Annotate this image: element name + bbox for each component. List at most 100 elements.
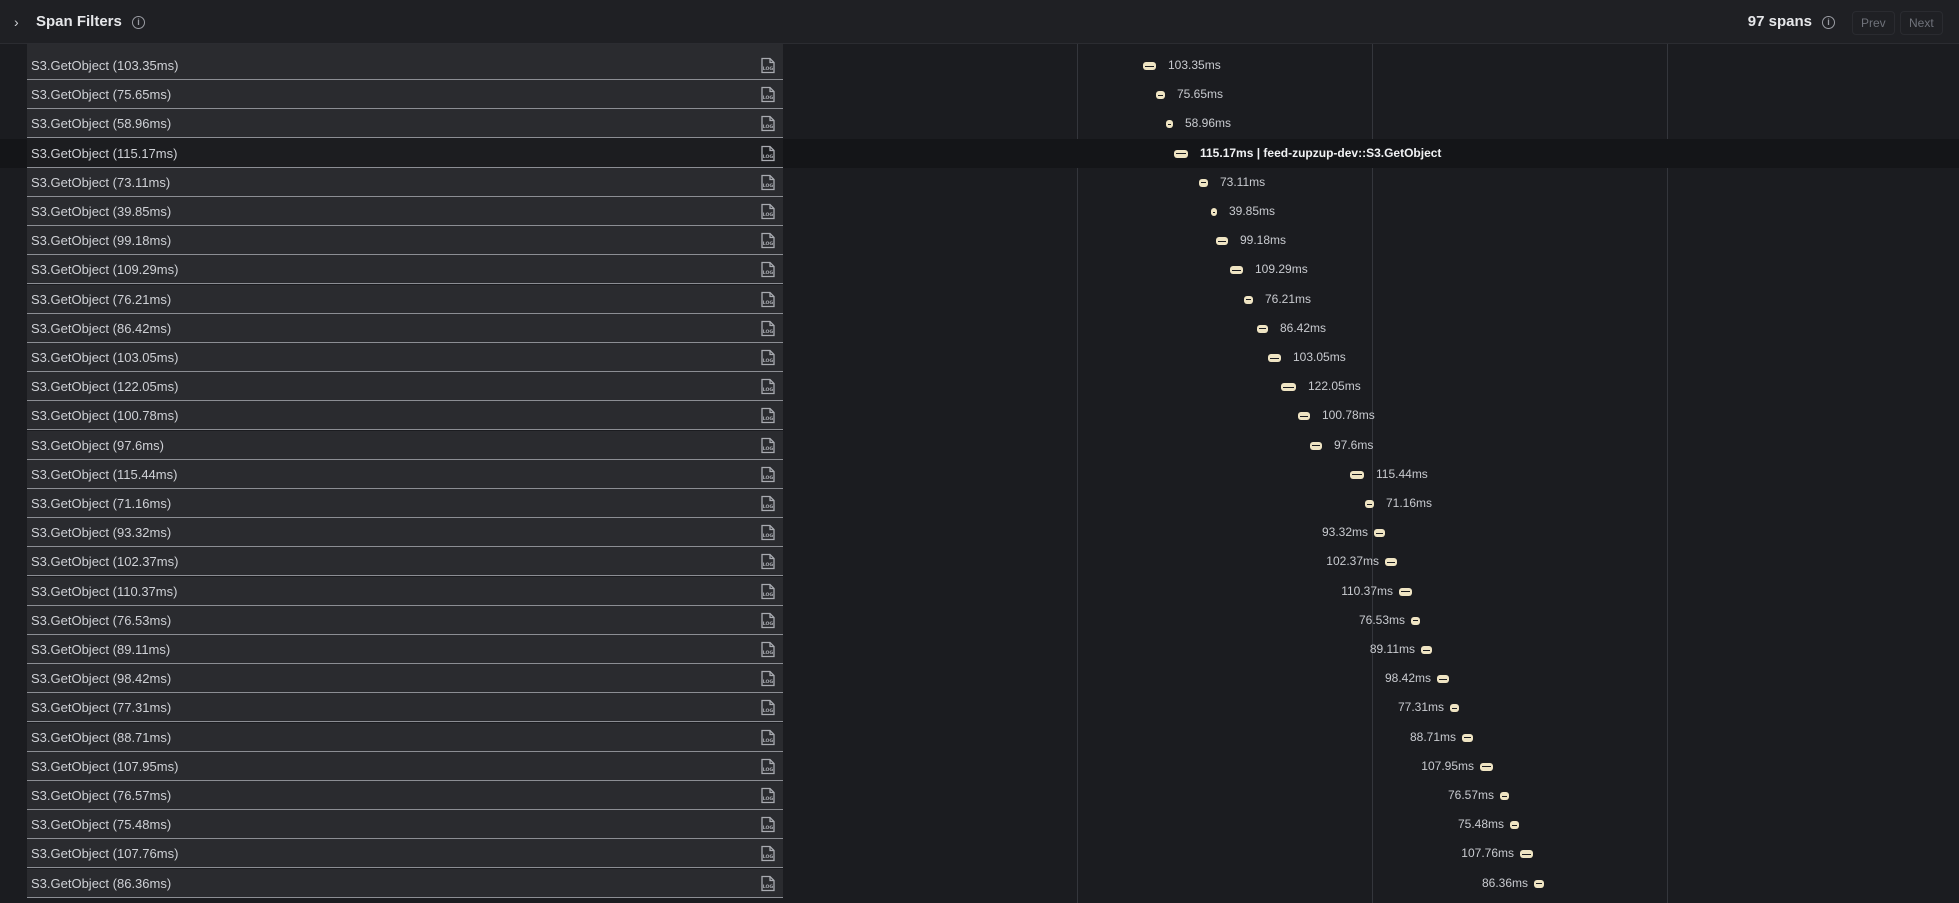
span-name-cell[interactable]: S3.GetObject (99.18ms) LOG [27,226,783,256]
span-name-cell[interactable]: S3.GetObject (76.21ms) LOG [27,284,783,314]
span-row[interactable]: S3.GetObject (107.76ms) LOG 107.76ms [0,839,1959,869]
span-duration-bar[interactable] [1216,237,1228,246]
span-duration-bar[interactable] [1437,675,1449,684]
span-row[interactable]: S3.GetObject (115.17ms) LOG 115.17ms | fee… [0,138,1959,168]
span-name-cell[interactable]: S3.GetObject (107.95ms) LOG [27,751,783,781]
span-duration-bar[interactable] [1480,762,1493,771]
span-name-cell[interactable]: S3.GetObject (115.44ms) LOG [27,459,783,489]
log-file-icon[interactable]: LOG [760,495,776,512]
log-file-icon[interactable]: LOG [760,670,776,687]
span-row[interactable]: S3.GetObject (39.85ms) LOG 39.85ms [0,197,1959,226]
span-row[interactable]: S3.GetObject (103.35ms) LOG 103.35ms [0,51,1959,80]
span-row[interactable]: S3.GetObject (75.48ms) LOG 75.48ms [0,810,1959,840]
span-name-cell[interactable]: S3.GetObject (97.6ms) LOG [27,430,783,460]
span-row[interactable]: S3.GetObject (115.44ms) LOG 115.44ms [0,459,1959,489]
span-duration-bar[interactable] [1211,208,1217,216]
span-name-cell[interactable]: S3.GetObject (71.16ms) LOG [27,489,783,518]
log-file-icon[interactable]: LOG [760,349,776,366]
log-file-icon[interactable]: LOG [760,816,776,833]
span-duration-bar[interactable] [1450,704,1459,713]
log-file-icon[interactable]: LOG [760,232,776,249]
span-duration-bar[interactable] [1421,646,1432,654]
log-file-icon[interactable]: LOG [760,115,776,132]
span-row[interactable]: S3.GetObject (88.71ms) LOG 88.71ms [0,722,1959,752]
span-row[interactable]: S3.GetObject (97.6ms) LOG 97.6ms [0,430,1959,460]
span-name-cell[interactable]: S3.GetObject (122.05ms) LOG [27,372,783,402]
log-file-icon[interactable]: LOG [760,758,776,775]
span-name-cell[interactable]: S3.GetObject (88.71ms) LOG [27,722,783,752]
span-duration-bar[interactable] [1385,558,1397,567]
span-row[interactable]: S3.GetObject (73.11ms) LOG 73.11ms [0,167,1959,197]
span-row[interactable]: S3.GetObject (76.21ms) LOG 76.21ms [0,284,1959,314]
span-name-cell[interactable]: S3.GetObject (73.11ms) LOG [27,167,783,197]
span-name-cell[interactable]: S3.GetObject (107.76ms) LOG [27,839,783,869]
span-row[interactable]: S3.GetObject (75.65ms) LOG 75.65ms [0,80,1959,110]
log-file-icon[interactable]: LOG [760,203,776,220]
log-file-icon[interactable]: LOG [760,291,776,308]
span-duration-bar[interactable] [1156,91,1165,100]
span-row[interactable]: S3.GetObject (77.31ms) LOG 77.31ms [0,693,1959,723]
span-row[interactable]: S3.GetObject (76.53ms) LOG 76.53ms [0,605,1959,635]
log-file-icon[interactable]: LOG [760,466,776,483]
span-row[interactable]: S3.GetObject (76.57ms) LOG 76.57ms [0,781,1959,810]
span-row[interactable]: S3.GetObject (89.11ms) LOG 89.11ms [0,635,1959,664]
span-duration-bar[interactable] [1462,733,1473,742]
span-duration-bar[interactable] [1199,178,1208,187]
span-duration-bar[interactable] [1510,821,1519,830]
span-row[interactable]: S3.GetObject (102.37ms) LOG 102.37ms [0,547,1959,577]
span-row[interactable]: S3.GetObject (110.37ms) LOG 110.37ms [0,576,1959,606]
chevron-right-icon[interactable]: › [14,12,28,32]
span-name-cell[interactable]: S3.GetObject (77.31ms) LOG [27,693,783,723]
span-row[interactable]: S3.GetObject (98.42ms) LOG 98.42ms [0,664,1959,694]
log-file-icon[interactable]: LOG [760,729,776,746]
log-file-icon[interactable]: LOG [760,407,776,424]
span-name-cell[interactable]: S3.GetObject (58.96ms) LOG [27,109,783,139]
span-duration-bar[interactable] [1281,383,1296,392]
log-file-icon[interactable]: LOG [760,845,776,862]
span-duration-bar[interactable] [1166,120,1173,129]
span-row[interactable]: S3.GetObject (100.78ms) LOG 100.78ms [0,401,1959,431]
span-duration-bar[interactable] [1411,616,1420,625]
span-duration-bar[interactable] [1365,500,1374,508]
span-duration-bar[interactable] [1500,792,1509,800]
span-name-cell[interactable]: S3.GetObject (98.42ms) LOG [27,664,783,694]
log-file-icon[interactable]: LOG [760,524,776,541]
span-name-cell[interactable]: S3.GetObject (102.37ms) LOG [27,547,783,577]
next-button[interactable]: Next [1900,11,1943,35]
span-duration-bar[interactable] [1350,470,1364,479]
span-name-cell[interactable]: S3.GetObject (75.65ms) LOG [27,80,783,110]
info-icon[interactable]: i [132,16,145,29]
span-row[interactable]: S3.GetObject (109.29ms) LOG 109.29ms [0,255,1959,285]
span-name-cell[interactable]: S3.GetObject (103.35ms) LOG [27,51,783,80]
log-file-icon[interactable]: LOG [760,699,776,716]
span-row[interactable]: S3.GetObject (107.95ms) LOG 107.95ms [0,751,1959,781]
log-file-icon[interactable]: LOG [760,612,776,629]
log-file-icon[interactable]: LOG [760,553,776,570]
span-row[interactable]: S3.GetObject (86.36ms) LOG 86.36ms [0,868,1959,898]
log-file-icon[interactable]: LOG [760,875,776,892]
log-file-icon[interactable]: LOG [760,320,776,337]
log-file-icon[interactable]: LOG [760,583,776,600]
log-file-icon[interactable]: LOG [760,437,776,454]
span-row[interactable]: S3.GetObject (86.42ms) LOG 86.42ms [0,313,1959,343]
span-duration-bar[interactable] [1374,529,1385,538]
span-duration-bar[interactable] [1399,587,1412,596]
span-row[interactable]: S3.GetObject (122.05ms) LOG 122.05ms [0,372,1959,402]
span-name-cell[interactable]: S3.GetObject (110.37ms) LOG [27,576,783,606]
log-file-icon[interactable]: LOG [760,57,776,74]
log-file-icon[interactable]: LOG [760,787,776,804]
log-file-icon[interactable]: LOG [760,174,776,191]
span-name-cell[interactable]: S3.GetObject (100.78ms) LOG [27,401,783,431]
spans-info-icon[interactable]: i [1822,16,1835,29]
span-row[interactable]: S3.GetObject (93.32ms) LOG 93.32ms [0,518,1959,548]
span-duration-bar[interactable] [1230,266,1243,275]
span-row[interactable]: S3.GetObject (71.16ms) LOG 71.16ms [0,489,1959,518]
span-name-cell[interactable]: S3.GetObject (86.42ms) LOG [27,313,783,343]
span-duration-bar[interactable] [1310,441,1322,450]
log-file-icon[interactable]: LOG [760,378,776,395]
log-file-icon[interactable]: LOG [760,145,776,162]
span-name-cell[interactable]: S3.GetObject (76.57ms) LOG [27,781,783,810]
span-name-cell[interactable]: S3.GetObject (103.05ms) LOG [27,343,783,372]
span-name-cell[interactable]: S3.GetObject (115.17ms) LOG [27,138,783,168]
span-duration-bar[interactable] [1244,295,1253,304]
